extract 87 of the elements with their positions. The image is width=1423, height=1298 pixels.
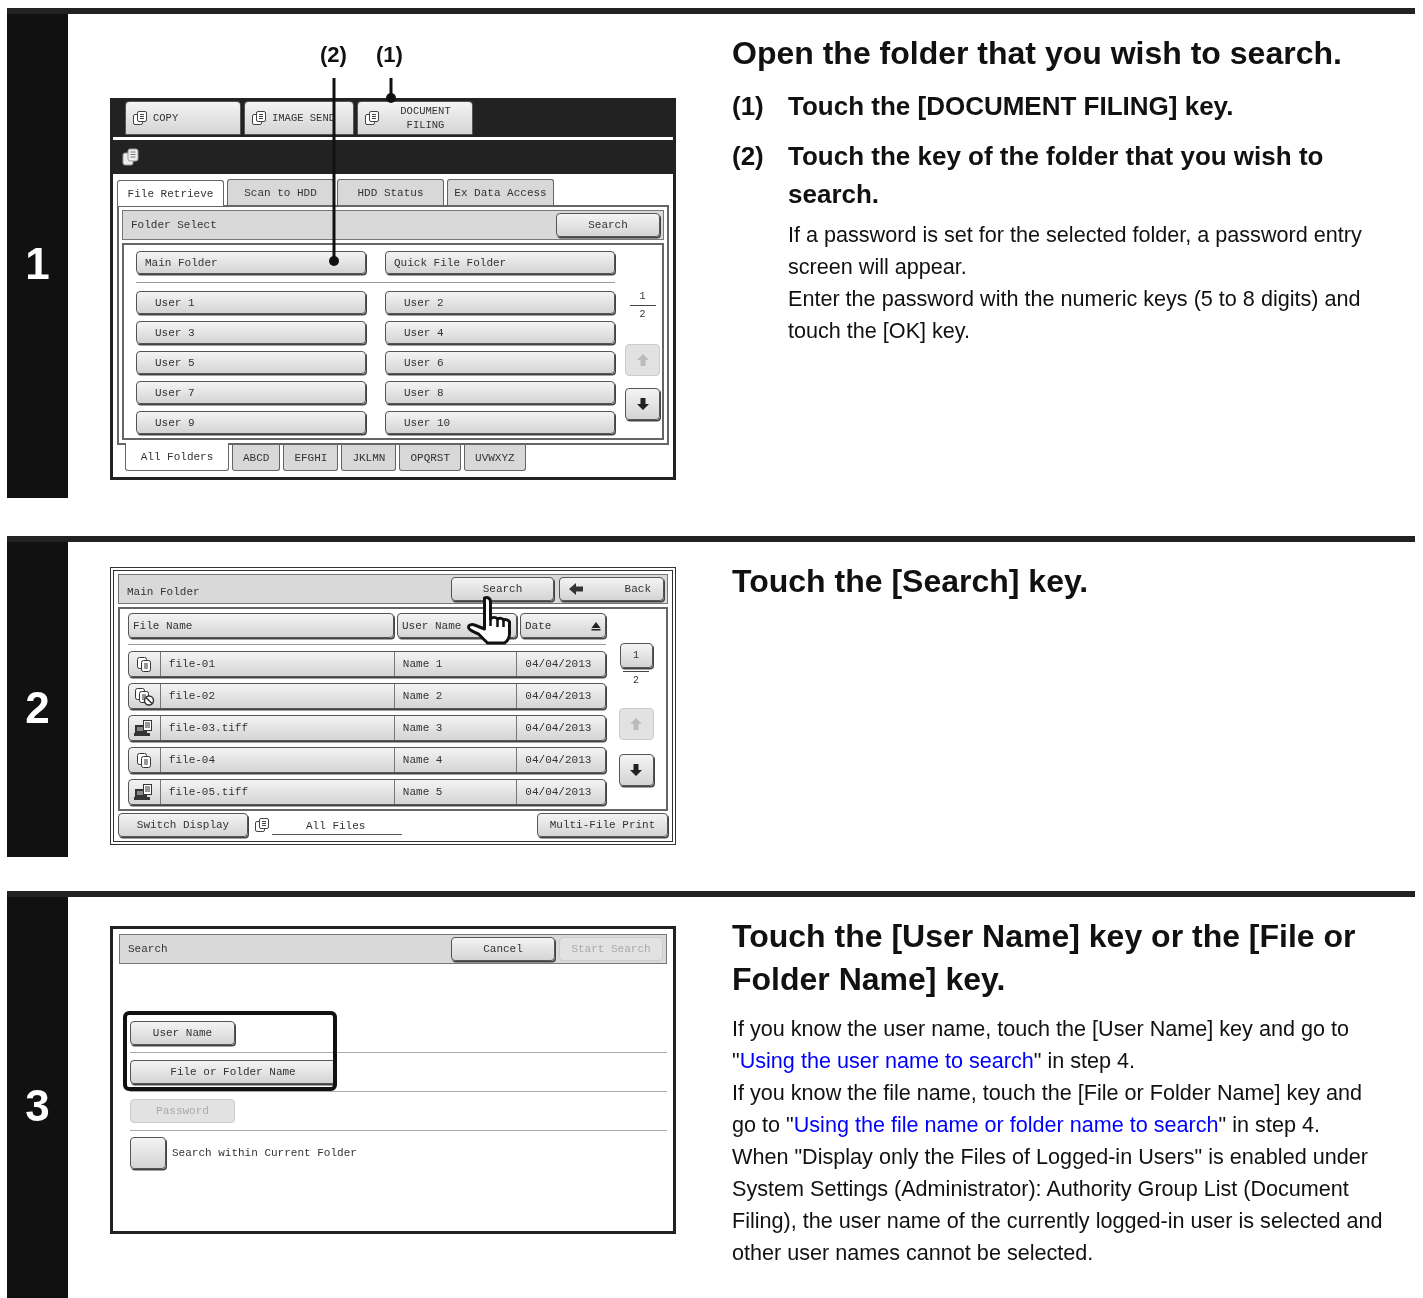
step-number: 3	[25, 1080, 50, 1131]
documents-icon	[135, 655, 154, 673]
column-header[interactable]: File Name	[128, 613, 394, 638]
folder-key[interactable]: User 2	[385, 291, 615, 314]
folder-key[interactable]: User 5	[136, 351, 366, 374]
tab[interactable]: HDD Status	[337, 179, 444, 205]
folder-key[interactable]: User 7	[136, 381, 366, 404]
substep-instruction: Touch the [DOCUMENT FILING] key.	[788, 90, 1234, 123]
callout-label: (1)	[376, 42, 403, 68]
file-row[interactable]: file-01 Name 1 04/04/2013	[128, 651, 606, 677]
tab[interactable]: Scan to HDD	[227, 179, 334, 205]
search-key[interactable]: User Name	[130, 1021, 235, 1045]
documents-icon	[364, 110, 380, 126]
step-heading: Touch the [Search] key.	[732, 562, 1090, 601]
checkbox[interactable]	[130, 1137, 166, 1169]
bar-title: Main Folder	[127, 585, 200, 598]
instruction-paragraph: When "Display only the Files of Logged-in Users" is enabled under System Settings (Administrator): Authority Group List (Document Filing), the user name of the currently logged-in user is selected and other user names cannot be selected.	[732, 1143, 1384, 1267]
search-button[interactable]: Search	[556, 213, 660, 237]
note-text: Enter the password with the numeric keys (5 to 8 digits) and touch the [OK] key.	[788, 285, 1362, 345]
up-arrow-icon	[629, 716, 643, 732]
mode-key[interactable]: DOCUMENT FILING	[357, 101, 473, 135]
index-tab[interactable]: UVWXYZ	[464, 445, 526, 471]
down-arrow-icon	[635, 396, 650, 412]
index-tab[interactable]: EFGHI	[283, 445, 339, 471]
view-label: All Files	[272, 815, 402, 835]
index-tab[interactable]: All Folders	[125, 443, 229, 471]
multi-file-print-button[interactable]: Multi-File Print	[537, 813, 668, 837]
page-total: 2	[639, 309, 646, 320]
index-tab[interactable]: OPQRST	[399, 445, 462, 471]
link[interactable]: Using the file name or folder name to search	[793, 1112, 1219, 1137]
step-number: 1	[25, 239, 50, 289]
callout-label: (2)	[320, 42, 347, 68]
instruction-paragraph: If you know the file name, touch the [File or Folder Name] key and go to "Using the file name or folder name to search" in step 4.	[732, 1079, 1364, 1139]
column-header[interactable]: Date	[520, 613, 606, 638]
folder-key[interactable]: Main Folder	[136, 251, 366, 274]
left-arrow-icon	[568, 582, 584, 596]
file-row[interactable]: file-02 Name 2 04/04/2013	[128, 683, 606, 709]
folder-key[interactable]: User 6	[385, 351, 615, 374]
checkbox-label: Search within Current Folder	[172, 1147, 357, 1159]
documents-blocked-icon	[133, 686, 156, 706]
tab[interactable]: File Retrieve	[117, 180, 224, 206]
link[interactable]: Using the user name to search	[739, 1048, 1034, 1073]
folder-key[interactable]: User 10	[385, 411, 615, 434]
bar-title: Folder Select	[131, 219, 217, 231]
folder-key[interactable]: User 3	[136, 321, 366, 344]
step-number: 2	[25, 682, 50, 733]
documents-icon	[135, 751, 154, 769]
down-arrow-icon	[629, 762, 643, 778]
search-button[interactable]: Search	[451, 577, 554, 601]
substep-number: (2)	[732, 140, 765, 173]
computer-document-icon	[134, 783, 155, 801]
index-tab[interactable]: ABCD	[232, 445, 281, 471]
back-button[interactable]: Back	[559, 577, 664, 601]
folder-key[interactable]: User 1	[136, 291, 366, 314]
substep-instruction: Touch the key of the folder that you wish to search.	[788, 140, 1325, 211]
scroll-down-button[interactable]	[625, 388, 660, 420]
cancel-button[interactable]: Cancel	[451, 937, 555, 961]
folder-key[interactable]: User 9	[136, 411, 366, 434]
search-key[interactable]: File or Folder Name	[130, 1060, 336, 1084]
tab[interactable]: Ex Data Access	[447, 179, 554, 205]
leader-line	[386, 78, 396, 103]
bar-title: Search	[128, 943, 168, 955]
documents-icon	[251, 110, 267, 126]
step-heading: Touch the [User Name] key or the [File or Folder Name] key.	[732, 917, 1357, 999]
folder-key[interactable]: User 4	[385, 321, 615, 344]
file-row[interactable]: file-03.tiff Name 3 04/04/2013	[128, 715, 606, 741]
step-heading: Open the folder that you wish to search.	[732, 34, 1343, 73]
documents-icon	[254, 817, 270, 833]
computer-document-icon	[134, 719, 155, 737]
documents-icon	[132, 110, 148, 126]
file-row[interactable]: file-04 Name 4 04/04/2013	[128, 747, 606, 773]
folder-key[interactable]: Quick File Folder	[385, 251, 615, 274]
page-number: 1	[639, 291, 646, 302]
switch-display-button[interactable]: Switch Display	[118, 813, 248, 837]
hand-pointer-icon	[467, 596, 513, 646]
scroll-down-button[interactable]	[618, 754, 654, 786]
mode-key[interactable]: COPY	[125, 101, 241, 135]
file-row[interactable]: file-05.tiff Name 5 04/04/2013	[128, 779, 606, 805]
substep-number: (1)	[732, 90, 765, 123]
folder-key[interactable]: User 8	[385, 381, 615, 404]
index-tab[interactable]: JKLMN	[341, 445, 397, 471]
up-arrow-icon	[635, 352, 650, 368]
instruction-paragraph: If you know the user name, touch the [User Name] key and go to "Using the user name to search" in step 4.	[732, 1015, 1350, 1075]
note-text: If a password is set for the selected folder, a password entry screen will appear.	[788, 221, 1363, 281]
page-total: 2	[633, 675, 639, 686]
page-number-button[interactable]: 1	[619, 643, 653, 668]
documents-icon	[121, 147, 141, 167]
